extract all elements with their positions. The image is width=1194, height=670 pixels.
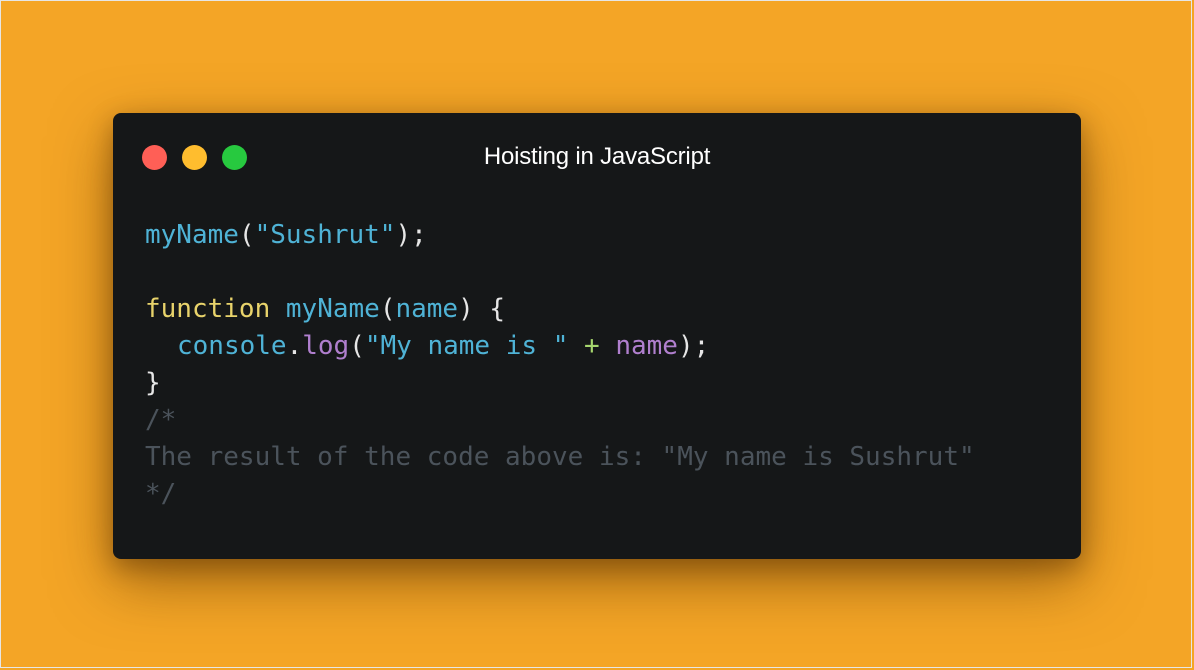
code-function-name: myName	[285, 294, 380, 324]
code-object: console	[177, 331, 287, 361]
code-keyword: function	[145, 294, 271, 324]
code-string: "Sushrut"	[254, 220, 396, 250]
code-punctuation: );	[395, 220, 427, 250]
window-title: Hoisting in JavaScript	[483, 143, 711, 170]
code-variable: name	[615, 331, 678, 361]
code-method: log	[302, 331, 350, 361]
code-line-5: }	[145, 365, 975, 402]
code-punctuation: (	[238, 220, 255, 250]
code-line-4: console.log("My name is " + name);	[145, 328, 975, 365]
code-parameter: name	[395, 294, 459, 324]
code-punctuation: );	[677, 331, 710, 361]
code-punctuation: .	[286, 331, 303, 361]
code-line-3: function myName(name) {	[145, 291, 975, 328]
window-titlebar: Hoisting in JavaScript	[113, 113, 1081, 201]
code-block: myName("Sushrut"); function myName(name) …	[145, 217, 975, 513]
code-punctuation: (	[379, 294, 396, 324]
code-string: "My name is "	[364, 331, 569, 361]
code-comment-close: */	[145, 479, 177, 509]
code-identifier: myName	[145, 220, 239, 250]
code-window: Hoisting in JavaScript myName("Sushrut")…	[113, 113, 1081, 559]
code-comment-text: The result of the code above is: "My nam…	[145, 442, 975, 472]
code-operator: +	[584, 331, 600, 361]
code-punctuation: ) {	[458, 294, 506, 324]
code-line-1: myName("Sushrut");	[145, 217, 975, 254]
code-comment-open: /*	[145, 405, 177, 435]
code-punctuation: }	[145, 368, 161, 398]
code-punctuation: (	[349, 331, 365, 361]
